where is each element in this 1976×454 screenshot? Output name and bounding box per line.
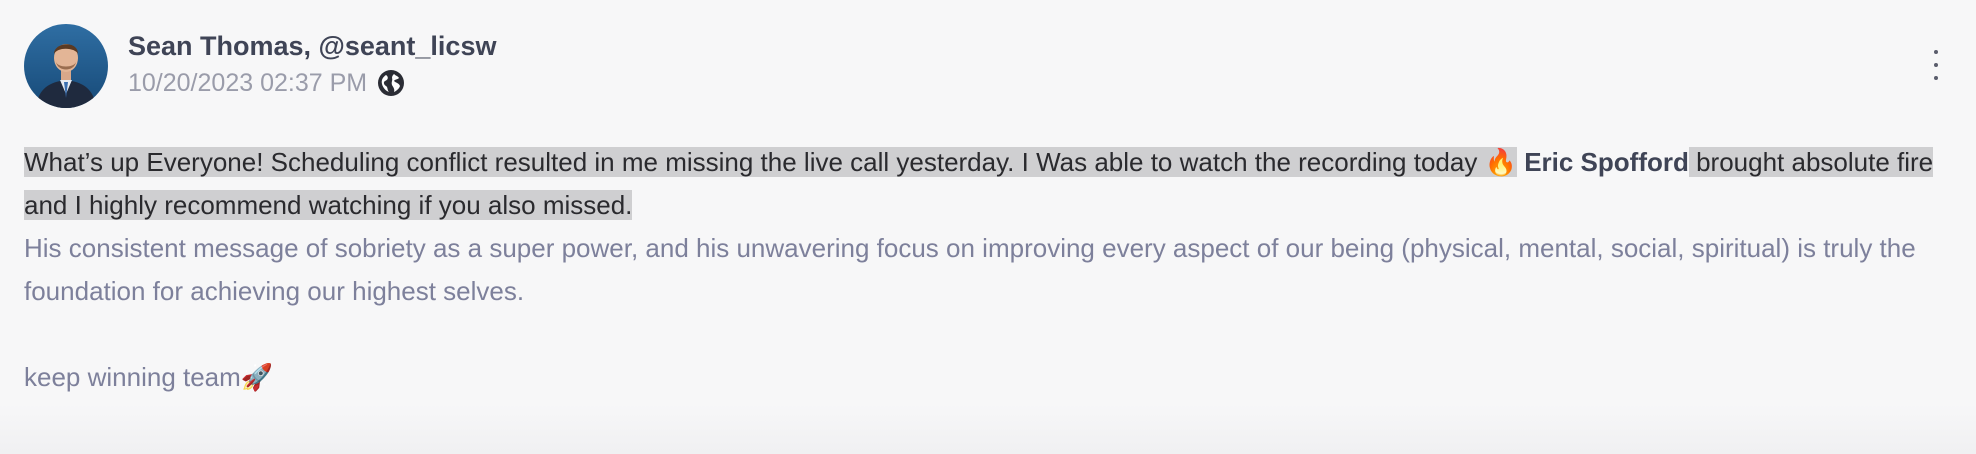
menu-dot [1934, 50, 1938, 54]
post-body: What’s up Everyone! Scheduling conflict … [24, 141, 1952, 399]
bottom-fade [0, 404, 1976, 454]
avatar[interactable] [24, 24, 108, 108]
globe-icon [377, 69, 405, 97]
author-name[interactable]: Sean Thomas, @seant_licsw [128, 28, 496, 64]
post-paragraph-3: keep winning team🚀 [24, 362, 274, 392]
post-header: Sean Thomas, @seant_licsw 10/20/2023 02:… [24, 24, 496, 108]
post-paragraph-1: What’s up Everyone! Scheduling conflict … [24, 141, 1952, 227]
post-card: Sean Thomas, @seant_licsw 10/20/2023 02:… [0, 0, 1976, 454]
menu-dot [1934, 76, 1938, 80]
menu-dot [1934, 63, 1938, 67]
more-vertical-icon[interactable] [1926, 50, 1946, 80]
post-meta: Sean Thomas, @seant_licsw 10/20/2023 02:… [128, 28, 496, 101]
post-paragraph-2: His consistent message of sobriety as a … [24, 233, 1916, 306]
post-text-highlighted: What’s up Everyone! Scheduling conflict … [24, 147, 1517, 177]
post-time-row: 10/20/2023 02:37 PM [128, 65, 496, 101]
user-mention[interactable]: Eric Spofford [1524, 147, 1689, 177]
avatar-image [24, 24, 108, 108]
post-timestamp: 10/20/2023 02:37 PM [128, 69, 368, 97]
